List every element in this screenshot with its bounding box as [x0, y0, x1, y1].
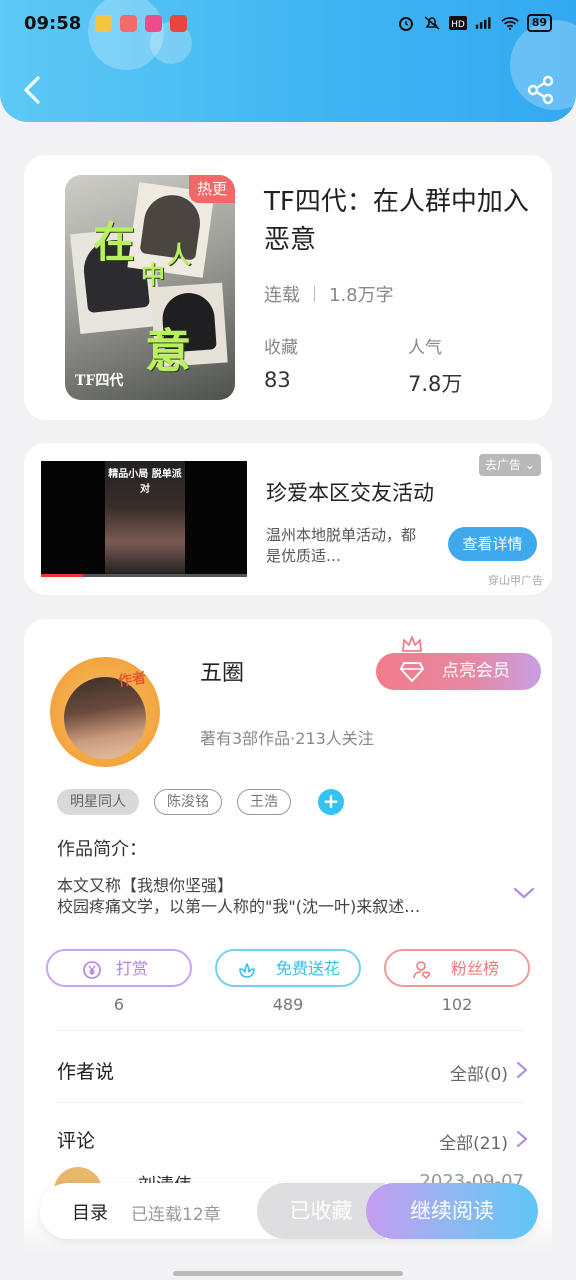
author-badge: 作者 [117, 670, 148, 690]
alarm-icon [398, 17, 413, 31]
book-info-card: 在 人 中 意 TF四代 热更 TF四代：在人群中加入恶意 连载 1.8万字 收… [24, 155, 552, 420]
popularity-value: 7.8万 [408, 372, 463, 396]
tip-count: 6 [113, 995, 125, 1014]
ad-video-caption: 精品小局 脱单派对 [108, 469, 182, 495]
toc-button[interactable]: 目录 [72, 1199, 108, 1225]
home-indicator[interactable] [173, 1271, 403, 1276]
action-row: 打赏 免费送花 粉丝榜 6 489 102 [46, 949, 530, 1021]
author-says-all-link[interactable]: 全部(0) [450, 1060, 508, 1085]
chevron-right-icon[interactable] [516, 1061, 528, 1079]
book-cover[interactable]: 在 人 中 意 TF四代 [65, 175, 235, 400]
fan-ranking-button[interactable]: 粉丝榜 [384, 949, 530, 987]
author-meta: 著有3部作品·213人关注 [200, 729, 374, 748]
word-count: 1.8万字 [329, 285, 394, 306]
user-heart-icon [413, 961, 430, 979]
remove-ad-label: 去广告 [485, 458, 522, 472]
back-button[interactable] [18, 72, 48, 108]
hot-badge: 热更 [189, 175, 236, 203]
notification-icons [95, 14, 188, 32]
author-name[interactable]: 五圈 [200, 655, 244, 687]
tip-label: 打赏 [115, 959, 148, 978]
video-progress-track [83, 574, 247, 577]
intro-text[interactable]: 本文又称【我想你坚强】 校园疼痛文学，以第一人称的"我"(沈一叶)来叙述… [57, 875, 497, 917]
fan-count: 102 [441, 995, 473, 1014]
ad-video[interactable]: 精品小局 脱单派对 [41, 461, 247, 577]
cover-char: 人 [167, 240, 191, 269]
comments-all-link[interactable]: 全部(21) [439, 1129, 508, 1154]
fan-ranking-label: 粉丝榜 [450, 959, 499, 978]
book-meta: 连载 1.8万字 [264, 281, 394, 307]
app-notification-icon [145, 14, 163, 32]
vip-button[interactable]: 点亮会员 [376, 653, 541, 690]
cover-char: 中 [141, 260, 165, 289]
video-progress [41, 574, 83, 577]
divider [57, 1102, 524, 1103]
crown-icon [402, 636, 422, 652]
cover-char: 意 [145, 324, 191, 378]
app-notification-icon [95, 14, 113, 32]
app-notification-icon [120, 14, 138, 32]
popularity-stat: 人气 7.8万 [408, 333, 462, 398]
app-notification-icon [170, 14, 188, 32]
yen-icon [83, 961, 101, 979]
author-card: 作者 五圈 著有3部作品·213人关注 点亮会员 明星同人 陈浚铭 王浩 + 作… [24, 619, 552, 1280]
battery-indicator: 89 [526, 14, 552, 32]
share-button[interactable] [526, 74, 556, 106]
signal-icon [475, 17, 491, 29]
hd-icon: HD [448, 16, 467, 30]
send-flower-button[interactable]: 免费送花 [215, 949, 361, 987]
cover-char: 在 [93, 218, 136, 267]
flower-count: 489 [272, 995, 304, 1014]
remove-ad-button[interactable]: 去广告 ⌄ [479, 454, 541, 476]
ad-card[interactable]: 精品小局 脱单派对 珍爱本区交友活动 温州本地脱单活动，都是优质适… 查看详情 … [24, 443, 552, 595]
author-says-label: 作者说 [57, 1061, 115, 1083]
tag-list: 明星同人 陈浚铭 王浩 + [57, 789, 344, 815]
status-right: HD 89 [397, 14, 552, 32]
favorites-stat: 收藏 83 [264, 333, 298, 392]
send-flower-label: 免费送花 [275, 959, 340, 978]
meta-divider [314, 286, 315, 302]
diamond-icon [400, 662, 424, 682]
author-avatar-frame[interactable]: 作者 [50, 657, 160, 767]
vip-button-label: 点亮会员 [442, 661, 510, 681]
favorites-label: 收藏 [264, 338, 298, 358]
favorites-value: 83 [264, 368, 291, 392]
wifi-icon [500, 17, 519, 31]
cover-caption: TF四代 [75, 373, 124, 389]
chapter-count: 已连载12章 [131, 1205, 221, 1225]
book-title: TF四代：在人群中加入恶意 [264, 187, 529, 255]
tag-item[interactable]: 陈浚铭 [154, 789, 222, 815]
bottom-action-bar: 目录 已连载12章 已收藏 继续阅读 [40, 1183, 538, 1239]
avatar [64, 677, 146, 759]
ad-title: 珍爱本区交友活动 [266, 481, 434, 505]
tag-item[interactable]: 明星同人 [57, 789, 139, 815]
ad-details-button[interactable]: 查看详情 [448, 527, 537, 561]
add-tag-button[interactable]: + [318, 789, 344, 815]
status-bar: 09:58 HD 89 [24, 10, 552, 36]
popularity-label: 人气 [408, 338, 442, 358]
header: 09:58 HD 89 [0, 0, 576, 122]
book-status: 连载 [264, 285, 300, 306]
divider [57, 1030, 524, 1031]
flower-icon [239, 963, 255, 978]
intro-line: 校园疼痛文学，以第一人称的"我"(沈一叶)来叙述… [57, 897, 421, 916]
chevron-right-icon[interactable] [516, 1130, 528, 1148]
status-time: 09:58 [24, 12, 82, 34]
mute-icon [424, 16, 440, 30]
chevron-down-icon[interactable] [512, 885, 536, 901]
svg-text:HD: HD [451, 20, 465, 30]
tip-button[interactable]: 打赏 [46, 949, 192, 987]
continue-reading-button[interactable]: 继续阅读 [366, 1183, 538, 1239]
ad-description: 温州本地脱单活动，都是优质适… [266, 526, 417, 565]
chevron-down-icon: ⌄ [524, 458, 535, 472]
intro-line: 本文又称【我想你坚强】 [57, 876, 234, 895]
intro-label: 作品简介： [57, 839, 147, 860]
comments-label: 评论 [57, 1130, 96, 1152]
ad-source: 穿山甲广告 [488, 574, 543, 587]
tag-item[interactable]: 王浩 [237, 789, 291, 815]
